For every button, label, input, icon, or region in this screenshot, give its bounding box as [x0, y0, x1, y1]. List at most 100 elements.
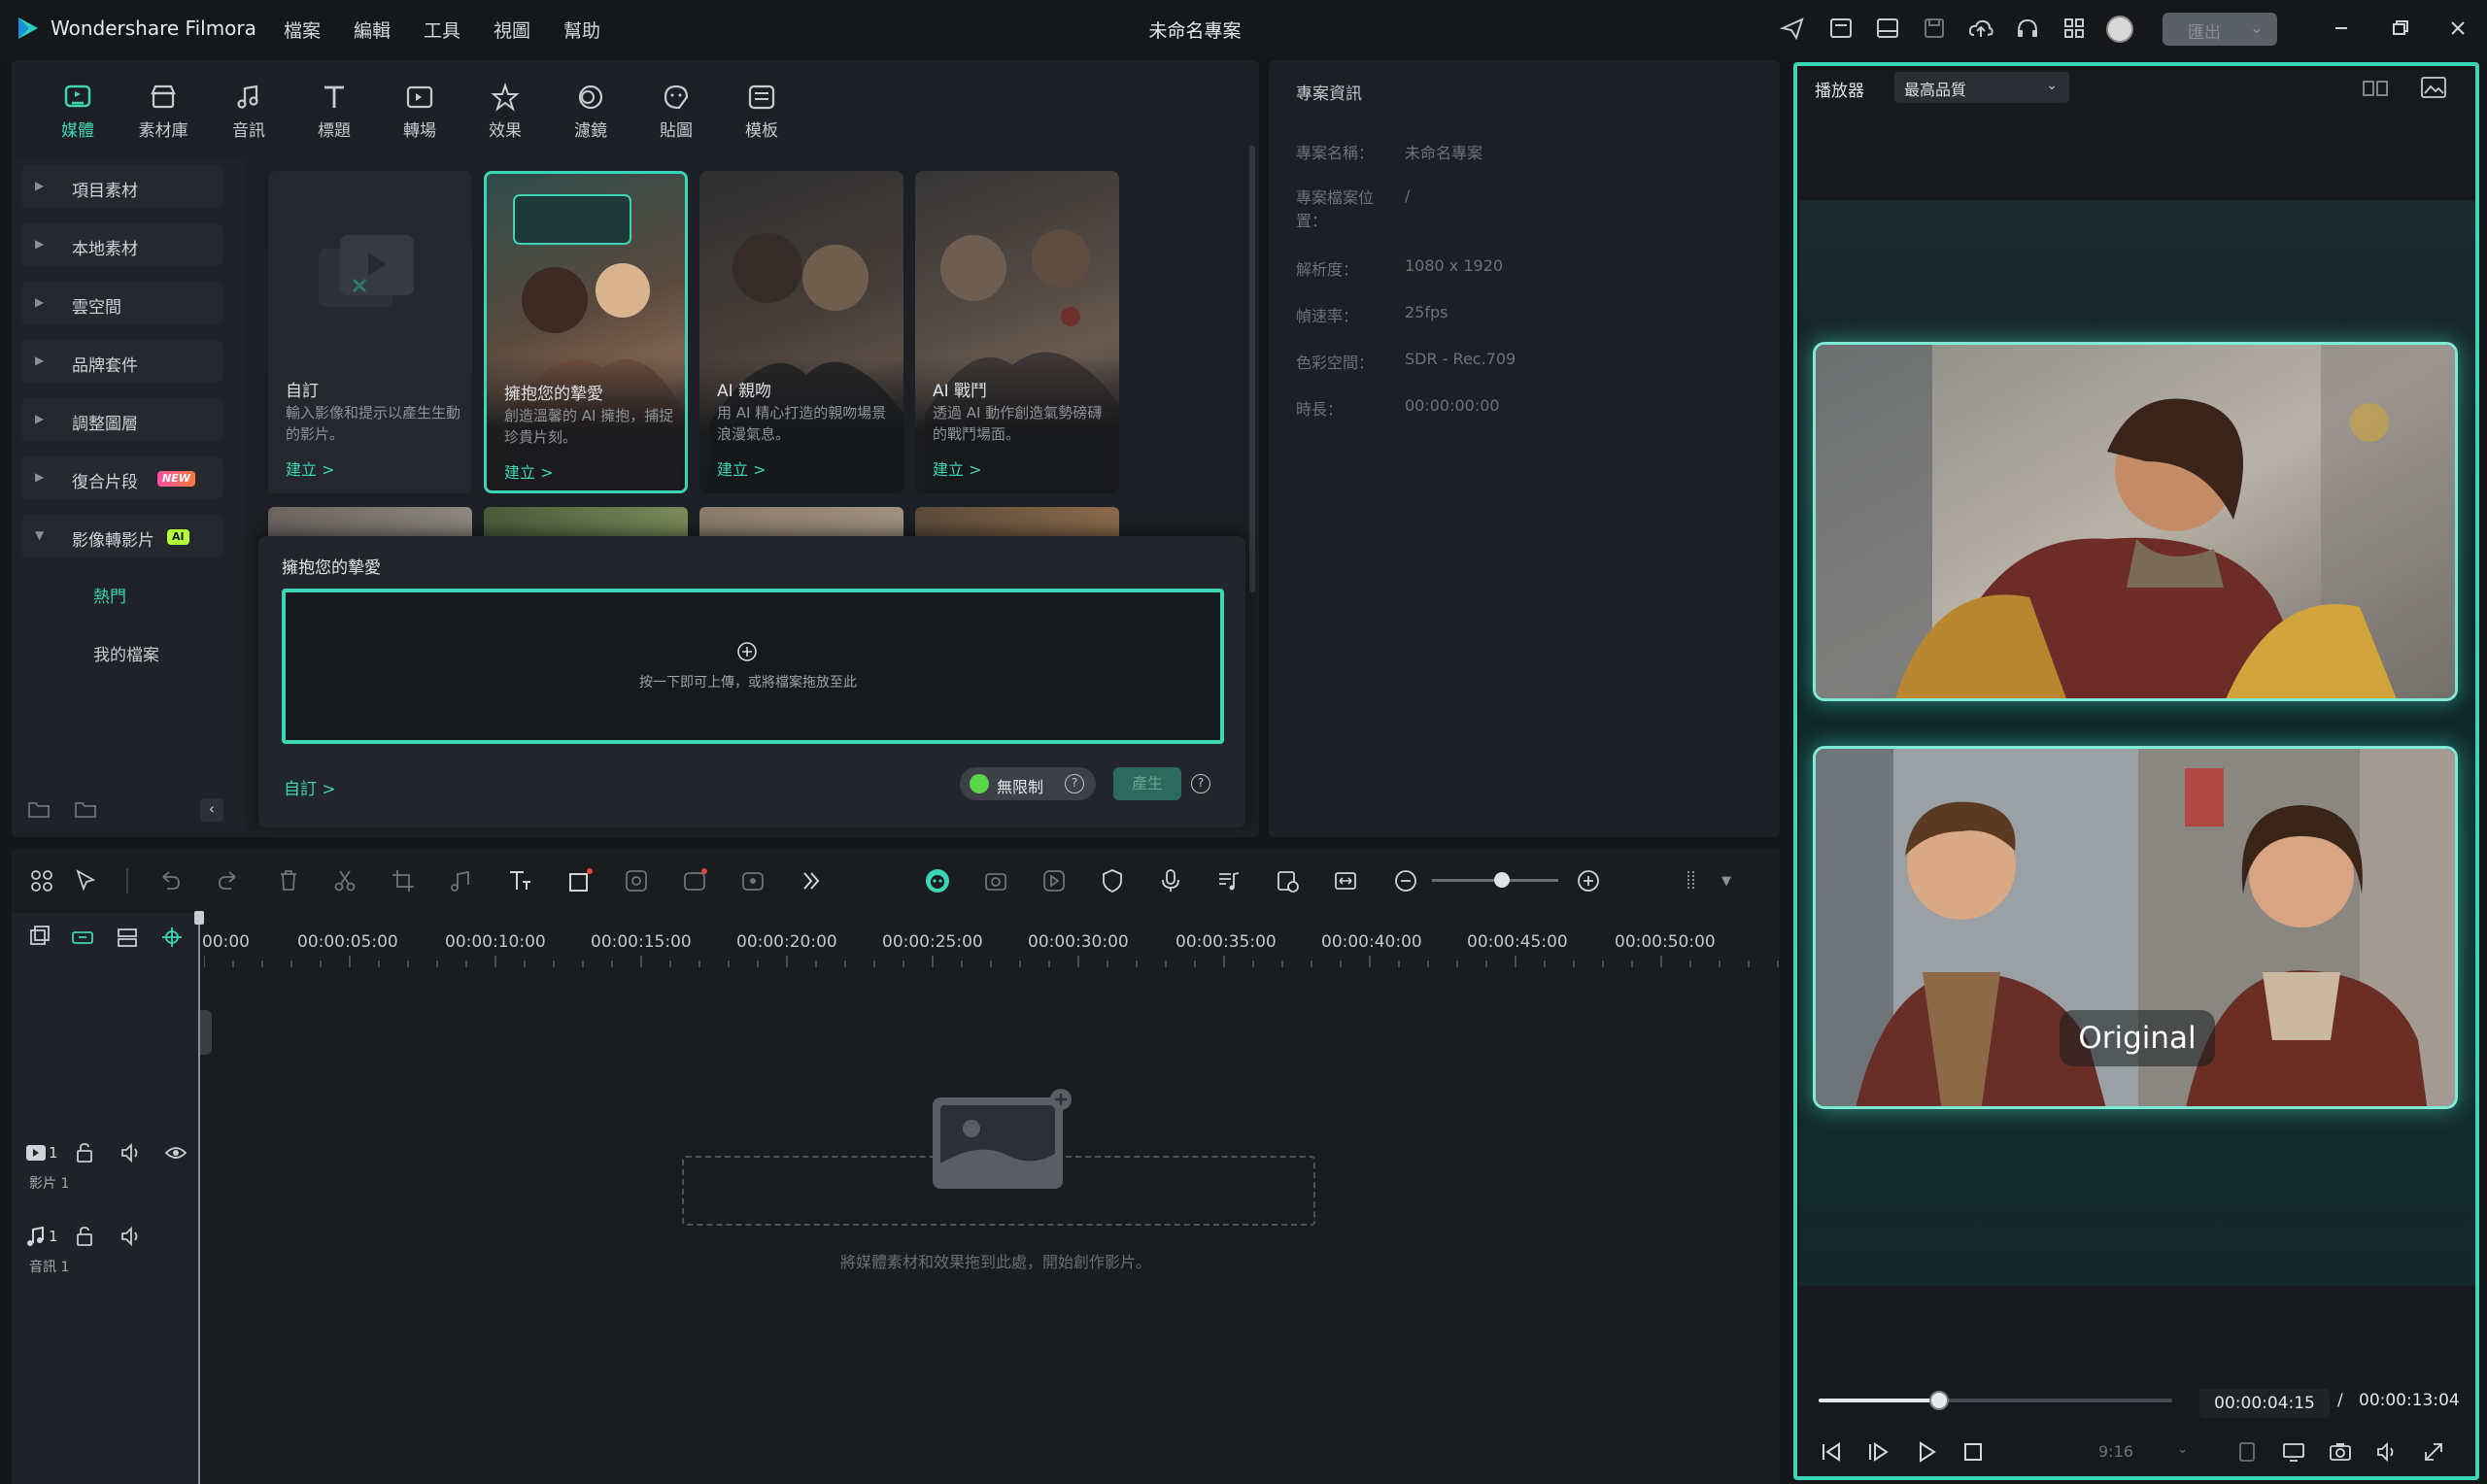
tab-titles[interactable]: 標題: [300, 82, 368, 144]
split-view-icon[interactable]: [2361, 76, 2390, 101]
sidebar-item-adjustment-layer[interactable]: ▶ 調整圖層: [21, 398, 223, 441]
template-create-link[interactable]: 建立 >: [717, 456, 767, 480]
collapse-sidebar-button[interactable]: ‹: [200, 798, 223, 822]
sidebar-sub-my-files[interactable]: 我的檔案: [93, 641, 159, 665]
ai-mask-icon[interactable]: [622, 866, 651, 895]
template-card-ai-kiss[interactable]: AI 親吻 用 AI 精心打造的親吻場景浪漫氣息。 建立 >: [699, 171, 903, 493]
split-scissors-icon[interactable]: [330, 866, 359, 895]
template-card-ai-fight[interactable]: AI 戰鬥 透過 AI 動作創造氣勢磅礴的戰鬥場面。 建立 >: [915, 171, 1119, 493]
speaker-icon[interactable]: [119, 1224, 144, 1249]
microphone-icon[interactable]: [1156, 866, 1185, 895]
headset-icon[interactable]: [2013, 15, 2042, 42]
tab-audio[interactable]: 音訊: [215, 82, 283, 144]
camera-snapshot-icon[interactable]: [2328, 1439, 2353, 1465]
render-icon[interactable]: [1039, 866, 1069, 895]
layout-grid-icon[interactable]: [27, 866, 56, 895]
magnetic-snap-icon[interactable]: [159, 925, 185, 950]
upload-dropzone[interactable]: [282, 589, 1224, 744]
marker-icon[interactable]: [2234, 1439, 2260, 1465]
eye-icon[interactable]: [163, 1140, 188, 1165]
tab-transitions[interactable]: 轉場: [386, 82, 454, 144]
template-card-partial[interactable]: [484, 507, 688, 536]
fit-timeline-icon[interactable]: [1331, 866, 1360, 895]
tab-stickers[interactable]: 貼圖: [642, 82, 710, 144]
restore-icon[interactable]: [2386, 16, 2413, 41]
tab-media[interactable]: 媒體: [44, 82, 112, 144]
template-card-partial[interactable]: [268, 507, 472, 536]
feedback-icon[interactable]: [1778, 15, 1807, 42]
sidebar-item-image-to-video[interactable]: ▼ 影像轉影片 AI: [21, 515, 223, 557]
play-icon[interactable]: [1914, 1439, 1939, 1465]
ai-assistant-icon[interactable]: [923, 866, 952, 895]
template-create-link[interactable]: 建立 >: [504, 459, 554, 483]
template-create-link[interactable]: 建立 >: [286, 456, 335, 480]
sidebar-item-brand-kit[interactable]: ▶ 品牌套件: [21, 340, 223, 383]
delete-icon[interactable]: [274, 866, 303, 895]
zoom-out-icon[interactable]: [1391, 866, 1420, 895]
select-tool-icon[interactable]: [72, 866, 101, 895]
timeline-settings-icon[interactable]: [1681, 866, 1710, 895]
sidebar-item-project-media[interactable]: ▶ 項目素材: [21, 165, 223, 208]
playhead[interactable]: [198, 913, 200, 1484]
menu-edit[interactable]: 編輯: [354, 17, 391, 43]
more-tools-icon[interactable]: [797, 866, 826, 895]
current-time[interactable]: 00:00:04:15: [2199, 1389, 2330, 1418]
ai-text-icon[interactable]: [680, 866, 709, 895]
tab-effects[interactable]: 效果: [471, 82, 539, 144]
layout-icon[interactable]: [1873, 15, 1902, 42]
crop-icon[interactable]: [389, 866, 418, 895]
fullscreen-icon[interactable]: [2421, 1439, 2446, 1465]
tab-filters[interactable]: 濾鏡: [557, 82, 625, 144]
undo-icon[interactable]: [155, 866, 185, 895]
volume-icon[interactable]: [2374, 1439, 2400, 1465]
playback-handle[interactable]: [1928, 1391, 1949, 1410]
tab-templates[interactable]: 模板: [728, 82, 796, 144]
text-tool-icon[interactable]: [505, 866, 534, 895]
audio-track-icon[interactable]: [1214, 866, 1244, 895]
caret-down-icon[interactable]: ▼: [1721, 874, 1731, 889]
menu-view[interactable]: 視圖: [494, 17, 530, 43]
stop-icon[interactable]: [1960, 1439, 1986, 1465]
template-create-link[interactable]: 建立 >: [933, 456, 982, 480]
track-manager-icon[interactable]: [115, 925, 140, 950]
previous-frame-icon[interactable]: [1819, 1439, 1844, 1465]
question-icon[interactable]: ?: [1065, 774, 1084, 793]
sidebar-item-cloud[interactable]: ▶ 雲空間: [21, 282, 223, 324]
aspect-ratio-select[interactable]: 9:16 ⌄: [2089, 1437, 2196, 1467]
help-icon[interactable]: ?: [1191, 774, 1210, 793]
media-scrollbar[interactable]: [1249, 146, 1255, 592]
snapshot-icon[interactable]: [1273, 866, 1302, 895]
new-folder-icon[interactable]: [27, 798, 51, 820]
minimize-icon[interactable]: [2328, 16, 2355, 41]
user-avatar[interactable]: [2106, 16, 2133, 43]
template-card-partial[interactable]: [915, 507, 1119, 536]
sidebar-sub-popular[interactable]: 熱門: [93, 583, 126, 607]
cloud-upload-icon[interactable]: [1966, 15, 1995, 42]
speed-icon[interactable]: [738, 866, 767, 895]
next-frame-icon[interactable]: [1865, 1439, 1891, 1465]
zoom-in-icon[interactable]: [1574, 866, 1603, 895]
shield-icon[interactable]: [1098, 866, 1127, 895]
auto-beat-icon[interactable]: [981, 866, 1010, 895]
audio-adjust-icon[interactable]: [447, 866, 476, 895]
playhead-handle[interactable]: [194, 911, 204, 925]
unlimited-credits-pill[interactable]: 無限制 ?: [960, 767, 1096, 800]
generate-button[interactable]: 產生: [1113, 767, 1181, 800]
apps-grid-icon[interactable]: [2060, 15, 2089, 42]
folder-icon[interactable]: [74, 798, 97, 820]
menu-tools[interactable]: 工具: [424, 17, 460, 43]
menu-help[interactable]: 幫助: [563, 17, 600, 43]
lock-icon[interactable]: [72, 1224, 97, 1249]
template-card-custom[interactable]: 自訂 輸入影像和提示以產生生動的影片。 建立 >: [268, 171, 472, 493]
quality-select[interactable]: 最高品質 ⌄: [1894, 72, 2069, 103]
tab-stock[interactable]: 素材庫: [129, 82, 197, 144]
sidebar-item-compound-clip[interactable]: ▶ 復合片段 NEW: [21, 456, 223, 499]
link-clips-icon[interactable]: [70, 925, 95, 950]
lock-icon[interactable]: [72, 1140, 97, 1165]
sidebar-item-local-media[interactable]: ▶ 本地素材: [21, 223, 223, 266]
track-resize-handle[interactable]: [198, 1010, 212, 1055]
speaker-icon[interactable]: [119, 1140, 144, 1165]
menu-file[interactable]: 檔案: [284, 17, 321, 43]
template-card-partial[interactable]: [699, 507, 903, 536]
snapshot-view-icon[interactable]: [2419, 74, 2448, 101]
